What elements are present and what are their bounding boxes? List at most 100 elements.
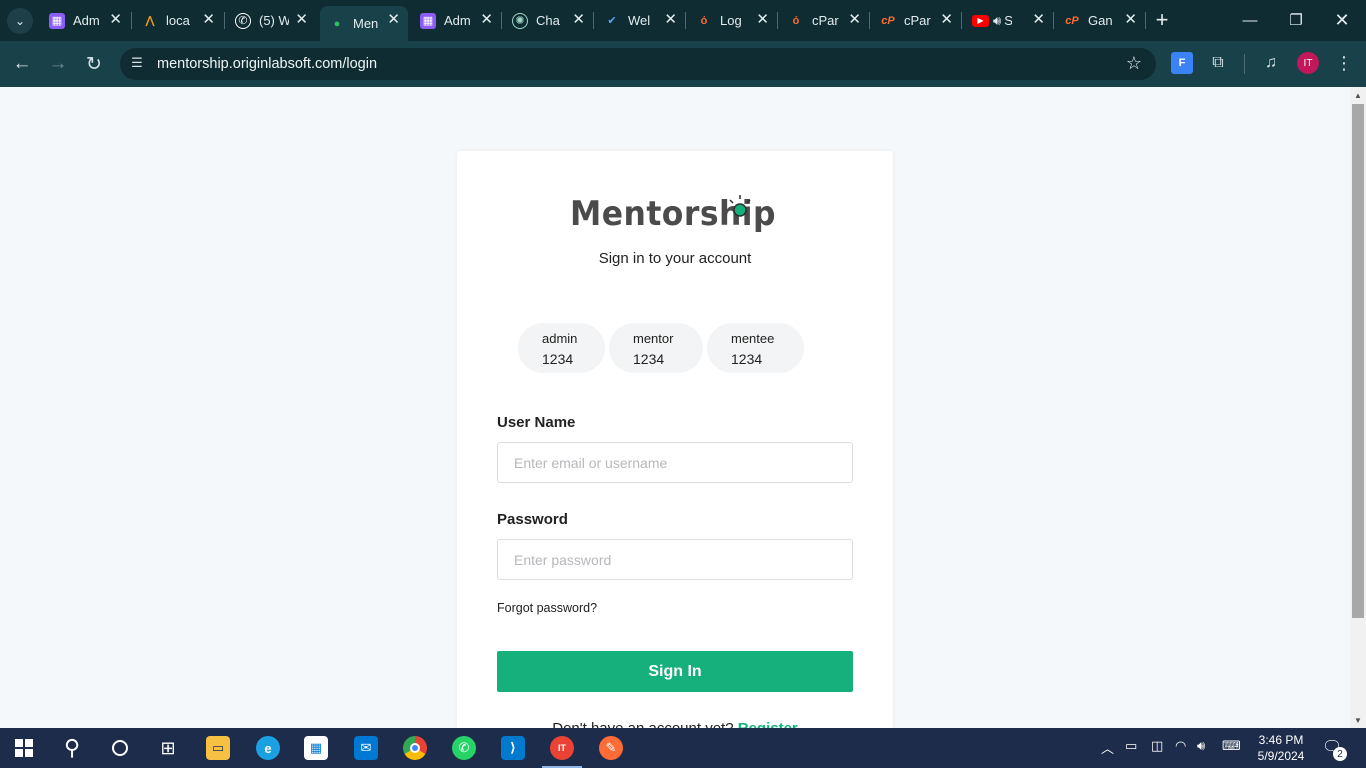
tab-search-chevron-icon[interactable]: ⌄ (7, 8, 33, 34)
browser-tab-active[interactable]: ● Men ✕ (320, 6, 408, 41)
close-tab-icon[interactable]: ✕ (756, 12, 769, 28)
address-bar[interactable]: ☰ mentorship.originlabsoft.com/login ☆ (120, 48, 1156, 80)
tab-title: Cha (536, 13, 560, 28)
mail-icon[interactable]: ✉ (352, 734, 380, 762)
browser-tab[interactable]: ▶ 🔊︎ S ✕ (963, 6, 1053, 35)
close-tab-icon[interactable]: ✕ (295, 12, 308, 28)
password-input[interactable] (497, 539, 853, 580)
menu-kebab-icon[interactable]: ⋮ (1333, 52, 1355, 74)
search-icon[interactable]: ⚲ (58, 734, 86, 762)
forgot-password-link[interactable]: Forgot password? (497, 601, 597, 615)
clock-date: 5/9/2024 (1257, 749, 1305, 763)
new-tab-plus-icon[interactable]: + (1150, 7, 1174, 33)
credential-username: mentee (731, 331, 775, 346)
scroll-up-arrow-icon[interactable]: ▲ (1354, 91, 1362, 100)
browser-tab[interactable]: ό cPar ✕ (779, 6, 869, 35)
wifi-icon[interactable]: ◠ (1175, 738, 1186, 754)
logo-lightbulb-icon: Mentorship (570, 194, 776, 234)
chrome-icon[interactable] (401, 734, 429, 762)
camera-icon[interactable]: ◫ (1151, 738, 1163, 754)
close-window-icon[interactable]: ✕ (1322, 8, 1362, 32)
vscode-icon[interactable]: ⟩ (499, 734, 527, 762)
browser-tab[interactable]: ✺ Cha ✕ (503, 6, 593, 35)
browser-tab[interactable]: cP cPar ✕ (871, 6, 961, 35)
restore-icon[interactable]: ❐ (1276, 8, 1316, 32)
scroll-down-arrow-icon[interactable]: ▼ (1354, 716, 1362, 725)
password-label: Password (497, 511, 568, 528)
tab-separator (869, 12, 870, 29)
check-icon: ✔ (607, 15, 617, 27)
cortana-circle-icon[interactable] (106, 734, 134, 762)
tab-title: Adm (73, 13, 100, 28)
bookmark-star-icon[interactable]: ☆ (1126, 53, 1142, 74)
close-tab-icon[interactable]: ✕ (1032, 12, 1045, 28)
sign-in-button[interactable]: Sign In (497, 651, 853, 692)
notification-count-badge: 2 (1333, 747, 1347, 761)
credential-password: 1234 (633, 351, 665, 367)
scrollbar-thumb[interactable] (1352, 104, 1364, 618)
browser-tab[interactable]: cP Gan ✕ (1055, 6, 1145, 35)
username-input[interactable] (497, 442, 853, 483)
register-link[interactable]: Register (738, 720, 798, 728)
url-text[interactable]: mentorship.originlabsoft.com/login (157, 56, 377, 72)
browser-tab[interactable]: ▦ Adm ✕ (411, 6, 501, 35)
close-tab-icon[interactable]: ✕ (940, 12, 953, 28)
extensions-puzzle-icon[interactable]: ⧉ (1207, 52, 1229, 74)
demo-credential-mentee[interactable]: mentee 1234 (707, 323, 804, 373)
cpanel-o-icon: ό (792, 14, 800, 27)
map-pin-icon: ● (333, 17, 341, 30)
tab-separator (593, 12, 594, 29)
tab-title: Log (720, 13, 742, 28)
youtube-icon: ▶ (972, 14, 989, 27)
close-tab-icon[interactable]: ✕ (848, 12, 861, 28)
browser-tab[interactable]: ⋀ loca ✕ (133, 6, 223, 35)
tab-title: cPar (904, 13, 931, 28)
demo-credential-mentor[interactable]: mentor 1234 (609, 323, 703, 373)
tab-separator (131, 12, 132, 29)
apps-icon: ▦ (49, 12, 65, 29)
battery-icon[interactable]: ▭ (1125, 738, 1137, 754)
task-view-icon[interactable]: ⊞ (154, 734, 182, 762)
close-tab-icon[interactable]: ✕ (109, 12, 122, 28)
store-icon[interactable]: ▦ (302, 734, 330, 762)
close-tab-icon[interactable]: ✕ (572, 12, 585, 28)
tab-title: (5) W (259, 13, 289, 28)
file-explorer-icon[interactable]: ▭ (204, 734, 232, 762)
browser-tab[interactable]: ✆ (5) W ✕ (226, 6, 316, 35)
close-tab-icon[interactable]: ✕ (664, 12, 677, 28)
speaker-icon[interactable]: 🔊︎ (993, 13, 1001, 29)
page-scrollbar[interactable]: ▲ ▼ (1350, 87, 1366, 728)
close-tab-icon[interactable]: ✕ (1124, 12, 1137, 28)
browser-tab[interactable]: ▦ Adm ✕ (40, 6, 130, 35)
keyboard-icon[interactable]: ⌨ (1222, 738, 1241, 754)
site-info-icon[interactable]: ☰ (129, 55, 145, 71)
translate-extension-icon[interactable]: F (1171, 52, 1193, 74)
edge-icon[interactable]: e (254, 734, 282, 762)
whatsapp-app-icon[interactable]: ✆ (450, 734, 478, 762)
windows-start-icon[interactable] (10, 734, 38, 762)
windows-taskbar: ⚲ ⊞ ▭ e ▦ ✉ ✆ ⟩ IT ✎ ︿ ▭ ◫ ◠ 🔊︎ ⌨ 3:46 P… (0, 728, 1366, 768)
forward-arrow-icon[interactable]: → (44, 50, 72, 78)
chrome-profile-icon[interactable]: IT (542, 734, 582, 768)
browser-tab[interactable]: ό Log ✕ (687, 6, 777, 35)
browser-tab[interactable]: ✔ Wel ✕ (595, 6, 685, 35)
credential-username: admin (542, 331, 578, 346)
postman-icon[interactable]: ✎ (597, 734, 625, 762)
close-tab-icon[interactable]: ✕ (387, 12, 400, 28)
login-card: Mentorship Sign in to your account admin… (457, 151, 893, 728)
reload-icon[interactable]: ↻ (80, 50, 108, 78)
media-control-icon[interactable]: ♫ (1260, 52, 1282, 74)
tray-chevron-up-icon[interactable]: ︿ (1101, 738, 1114, 757)
register-prompt-text: Don't have an account yet? (552, 720, 733, 728)
profile-avatar[interactable]: IT (1297, 52, 1319, 74)
minimize-icon[interactable]: — (1230, 8, 1270, 32)
demo-credential-admin[interactable]: admin 1234 (518, 323, 605, 373)
volume-icon[interactable]: 🔊︎ (1197, 738, 1205, 754)
credential-password: 1234 (731, 351, 763, 367)
tab-separator (1145, 12, 1146, 29)
close-tab-icon[interactable]: ✕ (480, 12, 493, 28)
back-arrow-icon[interactable]: ← (8, 50, 36, 78)
system-clock[interactable]: 3:46 PM 5/9/2024 (1256, 732, 1306, 764)
credential-password: 1234 (542, 351, 574, 367)
close-tab-icon[interactable]: ✕ (202, 12, 215, 28)
